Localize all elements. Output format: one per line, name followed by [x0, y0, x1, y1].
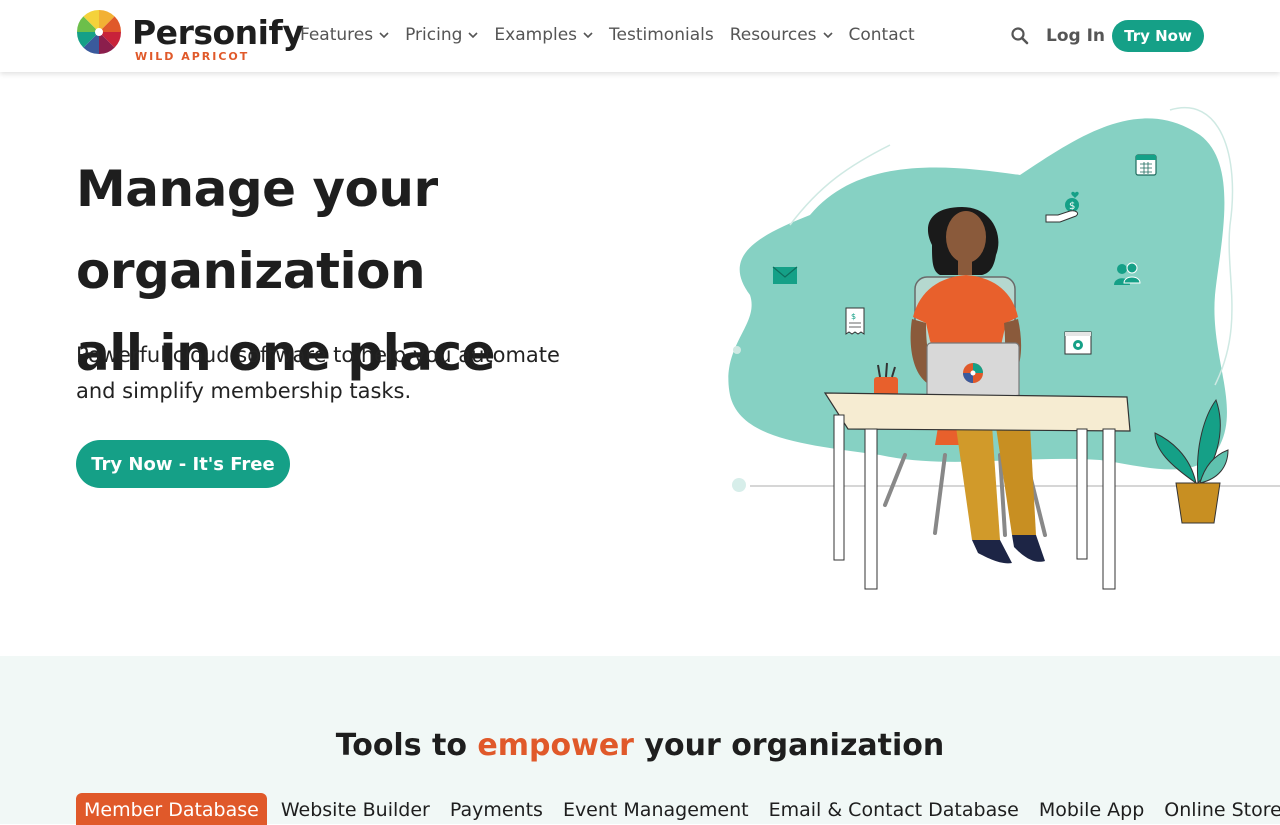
tab-mobile-app[interactable]: Mobile App: [1029, 793, 1154, 825]
hero-illustration: $ $: [728, 107, 1280, 590]
try-now-button[interactable]: Try Now: [1112, 20, 1204, 52]
tab-email-contact-database[interactable]: Email & Contact Database: [759, 793, 1029, 825]
nav-pricing-label: Pricing: [405, 25, 463, 45]
tools-tabs: Member Database Website Builder Payments…: [76, 793, 1280, 825]
nav-contact-label: Contact: [848, 25, 915, 45]
nav-contact[interactable]: Contact: [849, 25, 915, 45]
gear-window-icon: [1064, 331, 1092, 355]
receipt-icon: $: [845, 307, 865, 335]
envelope-icon: [772, 266, 798, 284]
nav-examples-label: Examples: [494, 25, 578, 45]
tools-section: Tools to empower your organization Membe…: [0, 656, 1280, 825]
tools-title-post: your organization: [633, 728, 945, 763]
search-icon[interactable]: [1010, 26, 1030, 46]
chevron-down-icon: [822, 32, 833, 39]
nav-features-label: Features: [300, 25, 374, 45]
tools-title: Tools to empower your organization: [0, 728, 1280, 763]
brand-subtitle: WILD APRICOT: [135, 50, 250, 63]
hero-subtitle-line1: Powerful cloud software to help you auto…: [76, 343, 560, 367]
nav-pricing[interactable]: Pricing: [405, 25, 478, 45]
site-header: Personify WILD APRICOT Features Pricing …: [0, 0, 1280, 72]
tools-title-highlight: empower: [477, 728, 634, 763]
hero-subtitle: Powerful cloud software to help you auto…: [76, 337, 596, 409]
hero-subtitle-line2: and simplify membership tasks.: [76, 379, 412, 403]
logo-pinwheel-icon: [76, 9, 122, 55]
tab-event-management[interactable]: Event Management: [553, 793, 759, 825]
chevron-down-icon: [583, 32, 593, 39]
tab-online-store[interactable]: Online Store: [1154, 793, 1280, 825]
tab-website-builder[interactable]: Website Builder: [271, 793, 440, 825]
nav-features[interactable]: Features: [300, 25, 389, 45]
nav-resources-label: Resources: [729, 25, 817, 45]
hero-title-line1: Manage your organization: [76, 160, 438, 300]
nav-testimonials-label: Testimonials: [609, 25, 714, 45]
tab-payments[interactable]: Payments: [440, 793, 553, 825]
main-nav: Features Pricing Examples Testimonials R…: [300, 25, 915, 45]
brand-name: Personify: [132, 13, 304, 52]
nav-testimonials[interactable]: Testimonials: [609, 25, 714, 45]
chevron-down-icon: [379, 32, 389, 39]
nav-resources[interactable]: Resources: [730, 25, 833, 45]
personify-logo[interactable]: Personify WILD APRICOT: [76, 9, 304, 65]
tools-title-pre: Tools to: [335, 728, 478, 763]
try-free-button[interactable]: Try Now - It's Free: [76, 440, 290, 488]
calendar-icon: [1135, 154, 1157, 176]
login-link[interactable]: Log In: [1046, 26, 1105, 46]
chevron-down-icon: [468, 32, 478, 39]
svg-text:$: $: [851, 312, 856, 321]
nav-examples[interactable]: Examples: [494, 25, 593, 45]
tab-member-database[interactable]: Member Database: [76, 793, 267, 825]
